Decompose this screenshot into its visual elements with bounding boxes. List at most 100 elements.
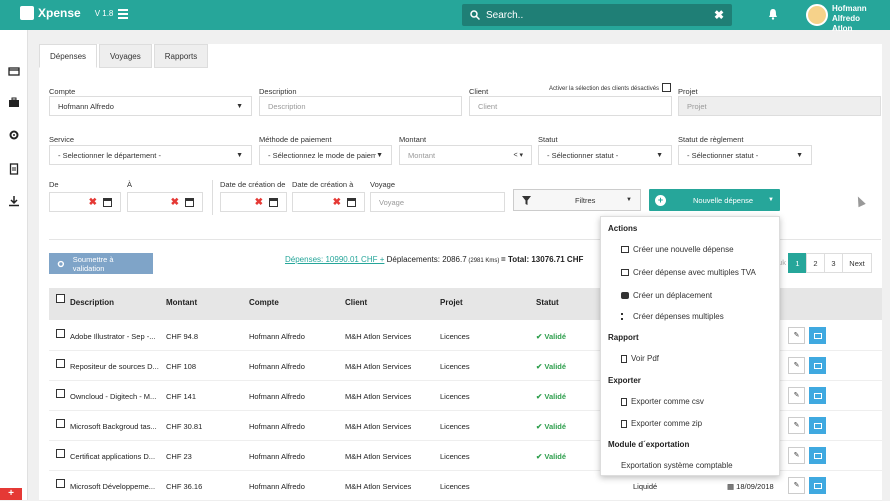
calendar-icon[interactable]: [347, 197, 356, 207]
bell-icon[interactable]: [768, 8, 778, 20]
calendar-icon[interactable]: [185, 197, 194, 207]
clear-date-icon[interactable]: ✖: [255, 197, 263, 208]
edit-button[interactable]: ✎: [788, 417, 805, 434]
col-projet[interactable]: Projet: [440, 298, 463, 307]
cell-statut: ✔ Validé: [536, 332, 566, 341]
row-checkbox[interactable]: [56, 359, 65, 368]
image-icon: [813, 333, 822, 339]
image-button[interactable]: [809, 447, 826, 464]
tab-rapports[interactable]: Rapports: [153, 44, 209, 68]
edit-button[interactable]: ✎: [788, 357, 805, 374]
image-button[interactable]: [809, 387, 826, 404]
col-montant[interactable]: Montant: [166, 298, 197, 307]
image-button[interactable]: [809, 357, 826, 374]
col-compte[interactable]: Compte: [249, 298, 279, 307]
image-button[interactable]: [809, 327, 826, 344]
col-description[interactable]: Description: [70, 298, 114, 307]
app-version: V 1.8: [94, 8, 114, 18]
row-checkbox[interactable]: [56, 479, 65, 488]
calendar-icon[interactable]: [269, 197, 278, 207]
hamburger-menu-icon[interactable]: [118, 9, 128, 19]
montant-input[interactable]: Montant < ▾: [399, 145, 532, 165]
menu-creer-multiples[interactable]: Créer dépenses multiples: [621, 312, 724, 321]
tab-voyages[interactable]: Voyages: [99, 44, 152, 68]
date-de-input[interactable]: ✖: [49, 192, 121, 212]
menu-export-comptable[interactable]: Exportation système comptable: [621, 461, 733, 470]
description-label: Description: [259, 87, 297, 96]
clear-date-icon[interactable]: ✖: [171, 197, 179, 208]
date-creation-a-input[interactable]: ✖: [292, 192, 365, 212]
page-next[interactable]: Next: [842, 253, 872, 273]
service-select[interactable]: - Selectionner le département - ▼: [49, 145, 252, 165]
tab-depenses[interactable]: Dépenses: [39, 44, 98, 68]
search-bar[interactable]: Search.. ✖: [462, 4, 732, 26]
app-logo[interactable]: Xpense V 1.8: [20, 6, 113, 20]
clear-date-icon[interactable]: ✖: [89, 197, 97, 208]
chevron-down-icon[interactable]: ▼: [768, 197, 774, 203]
swiss-flag-icon[interactable]: +: [0, 488, 22, 500]
edit-button[interactable]: ✎: [788, 327, 805, 344]
nouvelle-depense-button[interactable]: + Nouvelle dépense ▼: [649, 189, 780, 211]
search-clear-icon[interactable]: ✖: [714, 8, 724, 22]
chevron-down-icon: ▼: [236, 151, 243, 159]
menu-export-csv-label: Exporter comme csv: [631, 397, 704, 406]
menu-creer-tva[interactable]: Créer dépense avec multiples TVA: [621, 268, 756, 277]
col-client[interactable]: Client: [345, 298, 367, 307]
soumettre-button[interactable]: Soumettre à validation: [49, 253, 153, 274]
grand-total: = Total: 13076.71 CHF: [501, 255, 584, 264]
compte-label: Compte: [49, 87, 76, 96]
row-checkbox[interactable]: [56, 419, 65, 428]
select-all-checkbox[interactable]: [56, 294, 65, 303]
briefcase-icon[interactable]: [8, 96, 20, 108]
montant-operator[interactable]: < ▾: [513, 151, 523, 159]
menu-voir-pdf[interactable]: Voir Pdf: [621, 354, 659, 363]
download-icon[interactable]: [8, 195, 20, 207]
cell-montant: CHF 36.16: [166, 482, 203, 491]
col-statut[interactable]: Statut: [536, 298, 559, 307]
document-icon[interactable]: [8, 163, 20, 175]
page-1[interactable]: 1: [788, 253, 807, 273]
row-checkbox[interactable]: [56, 329, 65, 338]
edit-button[interactable]: ✎: [788, 387, 805, 404]
clear-date-icon[interactable]: ✖: [333, 197, 341, 208]
menu-voir-pdf-label: Voir Pdf: [631, 354, 660, 363]
deplacements-total: Déplacements: 2086.7: [384, 255, 467, 264]
divider: [212, 180, 213, 215]
menu-creer-depense[interactable]: Créer une nouvelle dépense: [621, 245, 734, 254]
statut-reglement-select[interactable]: - Sélectionner statut - ▼: [678, 145, 812, 165]
menu-creer-deplacement[interactable]: Créer un déplacement: [621, 291, 712, 300]
cell-client: M&H Atlon Services: [345, 482, 412, 491]
client-input[interactable]: Client: [469, 96, 672, 116]
description-input[interactable]: Description: [259, 96, 462, 116]
menu-export-csv[interactable]: Exporter comme csv: [621, 397, 704, 406]
edit-button[interactable]: ✎: [788, 447, 805, 464]
status-text: Validé: [544, 332, 567, 341]
client-deactivated-checkbox[interactable]: [662, 83, 671, 92]
edit-button[interactable]: ✎: [788, 477, 805, 494]
compte-value: Hofmann Alfredo: [58, 101, 114, 111]
menu-export-zip[interactable]: Exporter comme zip: [621, 419, 702, 428]
cell-compte: Hofmann Alfredo: [249, 452, 305, 461]
date-a-input[interactable]: ✖: [127, 192, 203, 212]
image-button[interactable]: [809, 477, 826, 494]
page-3[interactable]: 3: [824, 253, 843, 273]
user-info[interactable]: Hofmann Alfredo Atlon: [832, 4, 890, 34]
filtres-button[interactable]: Filtres ▼: [513, 189, 641, 211]
date-creation-de-input[interactable]: ✖: [220, 192, 287, 212]
credit-card-icon[interactable]: [8, 65, 20, 77]
cell-projet: Licences: [440, 482, 470, 491]
image-button[interactable]: [809, 417, 826, 434]
calendar-icon[interactable]: [103, 197, 112, 207]
voyage-input[interactable]: Voyage: [370, 192, 505, 212]
row-checkbox[interactable]: [56, 449, 65, 458]
search-input[interactable]: Search..: [486, 10, 523, 21]
page-2[interactable]: 2: [806, 253, 825, 273]
methode-select[interactable]: - Sélectionnez le mode de paiem ▼: [259, 145, 392, 165]
statut-select[interactable]: - Sélectionner statut - ▼: [538, 145, 672, 165]
projet-input: Projet: [678, 96, 881, 116]
depenses-total-link[interactable]: Dépenses: 10990.01 CHF +: [285, 255, 384, 264]
gear-icon[interactable]: [8, 129, 20, 141]
row-checkbox[interactable]: [56, 389, 65, 398]
avatar[interactable]: [806, 4, 828, 26]
compte-select[interactable]: Hofmann Alfredo ▼: [49, 96, 252, 116]
